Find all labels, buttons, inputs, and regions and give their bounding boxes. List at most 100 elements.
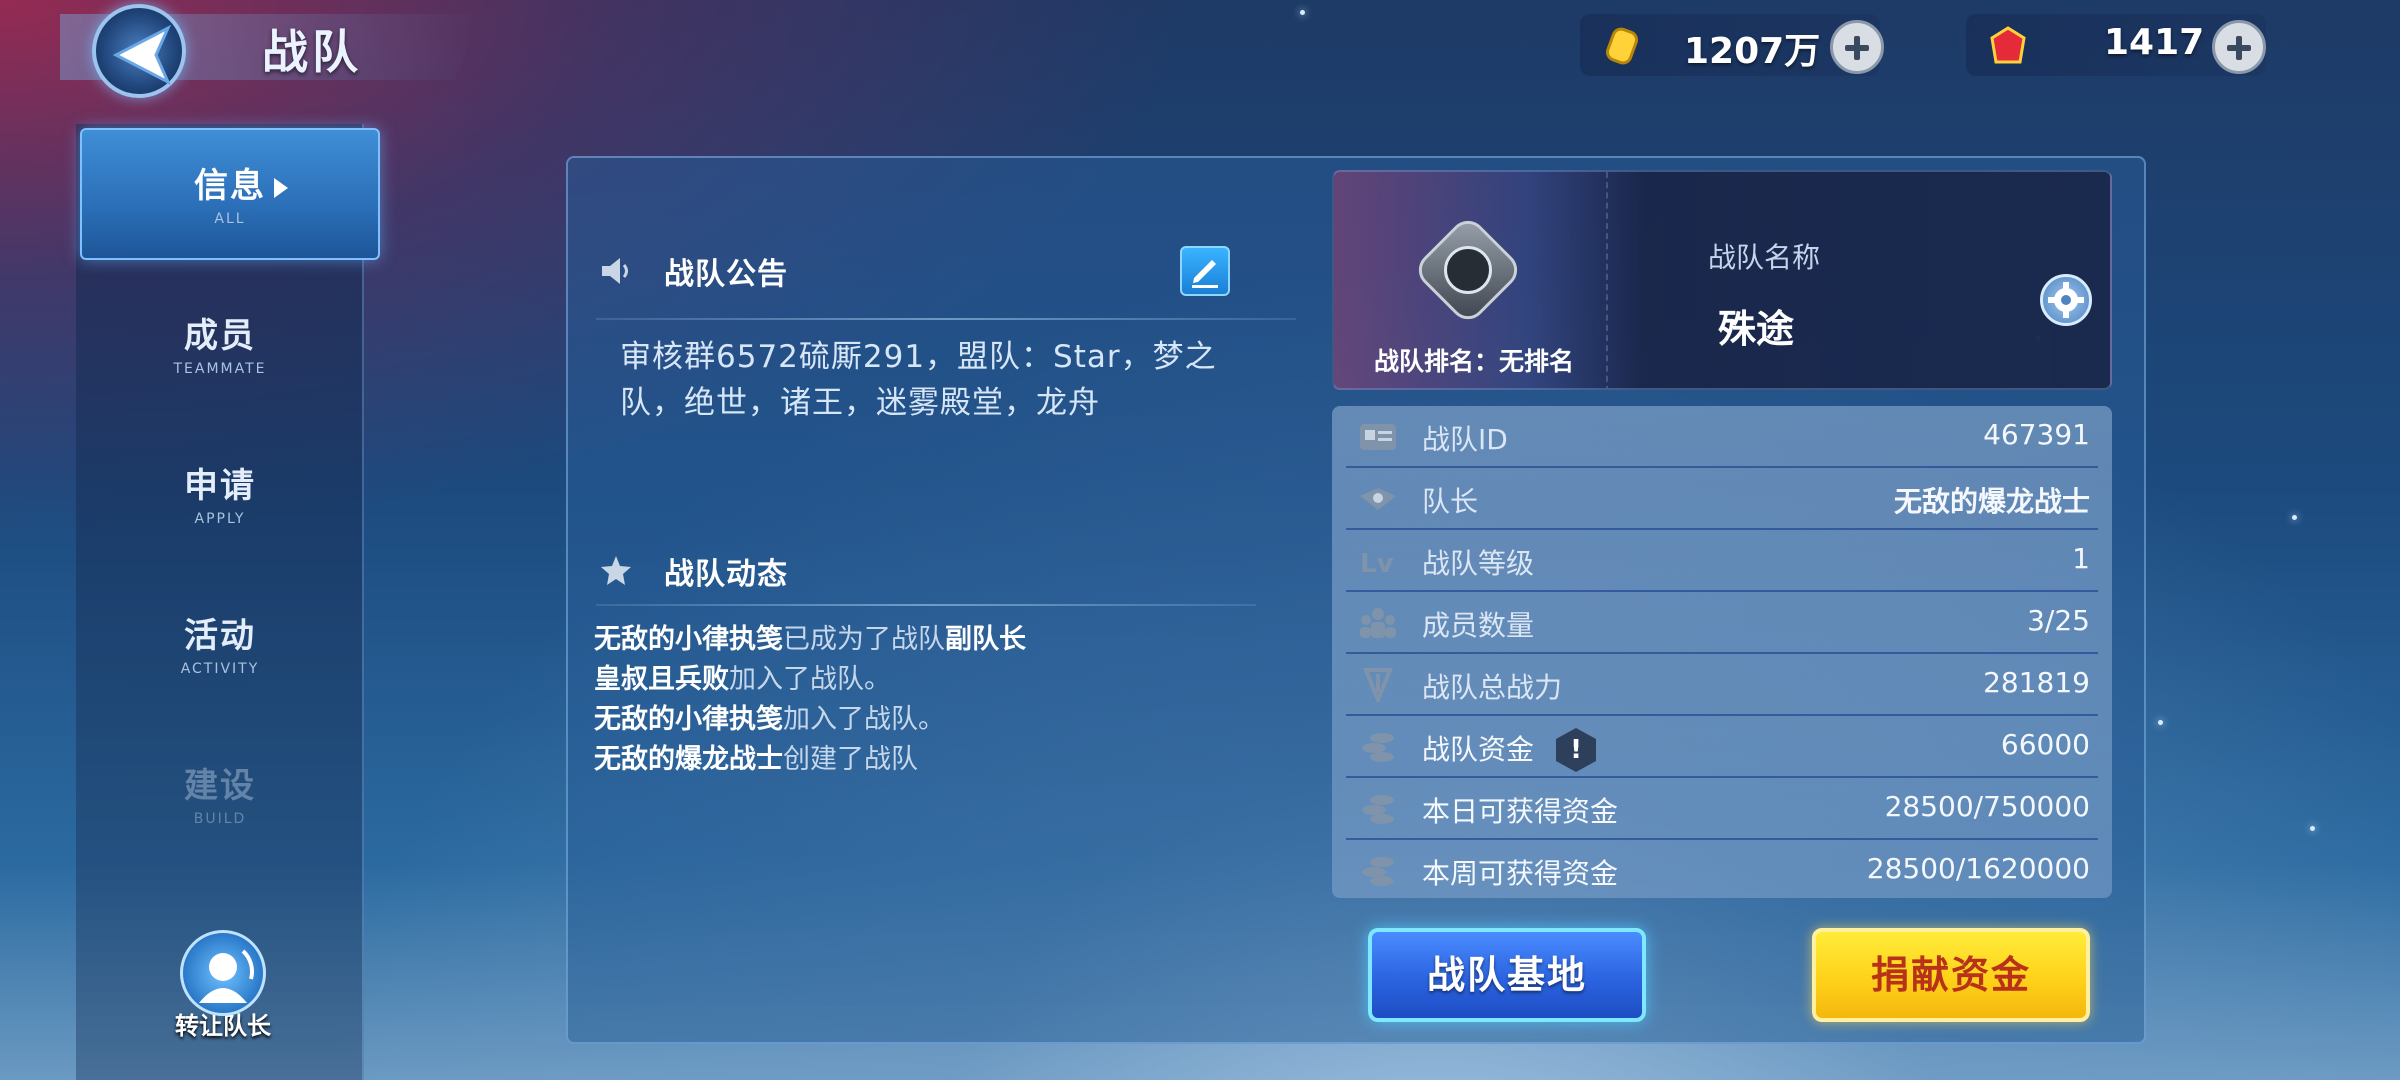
- stat-value: 66000: [2000, 728, 2090, 761]
- announcement-divider: [596, 318, 1296, 320]
- announcement-text: 审核群6572硫厮291，盟队：Star，梦之队，绝世，诸王，迷雾殿堂，龙舟: [620, 339, 1217, 421]
- team-settings-button[interactable]: [2040, 274, 2092, 326]
- gear-icon: [2048, 282, 2084, 318]
- active-arrow-icon: [274, 178, 288, 198]
- stat-row-power: 战队总战力 281819: [1346, 654, 2098, 716]
- team-base-button[interactable]: 战队基地: [1368, 928, 1646, 1022]
- stat-value: 3/25: [2027, 604, 2090, 637]
- gold-amount: 1207万: [1684, 31, 1821, 72]
- team-stats-table: 战队ID 467391 队长 无敌的爆龙战士 Lv 战队等级 1 成员数量 3/…: [1332, 406, 2112, 898]
- feed-role: 副队长: [945, 624, 1026, 655]
- feed-member: 皇叔且兵败: [594, 664, 729, 695]
- feed-title: 战队动态: [664, 557, 788, 592]
- svg-text:Lv: Lv: [1360, 549, 1394, 578]
- feed-header: 战队动态: [598, 546, 788, 596]
- team-name: 殊途: [1718, 307, 1795, 351]
- sidebar-item-sublabel: ACTIVITY: [180, 661, 260, 677]
- sidebar-item-build[interactable]: 建设 BUILD: [76, 730, 364, 860]
- transfer-captain-icon: [180, 930, 266, 1016]
- sidebar-item-sublabel: ALL: [214, 211, 246, 227]
- stat-label: 战队ID: [1422, 423, 1508, 456]
- stat-label: 本周可获得资金: [1422, 857, 1619, 890]
- stat-value: 28500/750000: [1884, 790, 2090, 823]
- feed-action: 创建了战队: [783, 744, 918, 775]
- stat-label: 队长: [1422, 485, 1479, 518]
- funds-info-icon[interactable]: !: [1556, 728, 1596, 772]
- stat-value: 28500/1620000: [1866, 852, 2090, 885]
- stat-row-captain: 队长 无敌的爆龙战士: [1346, 468, 2098, 530]
- gold-currency-bar: 1207万: [1580, 14, 1884, 76]
- members-icon: [1360, 608, 1396, 638]
- team-card: 战队排名：无排名 战队名称 殊途: [1332, 170, 2112, 390]
- team-name-heading: 战队名称: [1708, 241, 1821, 274]
- feed-divider: [596, 604, 1256, 606]
- feed-member: 无敌的爆龙战士: [594, 744, 783, 775]
- stat-value: 281819: [1983, 666, 2090, 699]
- captain-emblem-icon: [1360, 488, 1396, 510]
- stat-row-members: 成员数量 3/25: [1346, 592, 2098, 654]
- background-star: [1300, 10, 1305, 15]
- team-emblem-center: [1444, 246, 1492, 294]
- sidebar-item-teammate[interactable]: 成员 TEAMMATE: [76, 280, 364, 410]
- speaker-icon: [602, 258, 628, 284]
- team-rank: 战队排名：无排名: [1374, 347, 1575, 376]
- sidebar-item-info[interactable]: 信息 ALL: [80, 128, 380, 260]
- stat-label: 本日可获得资金: [1422, 795, 1619, 828]
- pencil-icon: [1192, 260, 1218, 288]
- announcement-title: 战队公告: [664, 257, 788, 292]
- coins-icon: [1362, 795, 1394, 824]
- stat-row-level: Lv 战队等级 1: [1346, 530, 2098, 592]
- transfer-captain-button[interactable]: 转让队长: [168, 930, 278, 1041]
- gem-amount: 1417: [2104, 22, 2205, 63]
- star-icon: [601, 556, 631, 585]
- stat-row-daily-funds: 本日可获得资金 28500/750000: [1346, 778, 2098, 840]
- sidebar-item-sublabel: TEAMMATE: [173, 361, 267, 377]
- stat-label: 战队资金: [1422, 733, 1535, 766]
- feed-item: 无敌的爆龙战士创建了战队: [594, 740, 1026, 780]
- feed-item: 无敌的小律执笺已成为了战队副队长: [594, 620, 1026, 660]
- donate-funds-button[interactable]: 捐献资金: [1812, 928, 2090, 1022]
- sidebar-item-apply[interactable]: 申请 APPLY: [76, 430, 364, 560]
- stat-label: 成员数量: [1422, 609, 1535, 642]
- team-card-separator: [1606, 172, 1608, 388]
- stat-row-funds: 战队资金 ! 66000: [1346, 716, 2098, 778]
- sidebar-item-label: 建设: [184, 766, 256, 806]
- sidebar-item-sublabel: BUILD: [193, 811, 247, 827]
- feed-action: 已成为了战队: [783, 624, 945, 655]
- gold-coin-icon: [1606, 27, 1638, 65]
- add-gold-button[interactable]: [1830, 20, 1884, 74]
- feed-member: 无敌的小律执笺: [594, 624, 783, 655]
- edit-announcement-button[interactable]: [1180, 246, 1230, 296]
- background-star: [2292, 515, 2297, 520]
- sidebar-item-label: 成员: [184, 316, 256, 356]
- stat-value: 467391: [1983, 418, 2090, 451]
- stat-row-weekly-funds: 本周可获得资金 28500/1620000: [1346, 840, 2098, 902]
- sidebar-item-label: 申请: [184, 466, 256, 506]
- back-arrow-icon: [112, 24, 172, 86]
- main-panel: 战队公告 审核群6572硫厮291，盟队：Star，梦之队，绝世，诸王，迷雾殿堂…: [566, 156, 2146, 1044]
- feed-action: 加入了战队。: [729, 664, 891, 695]
- back-button[interactable]: [92, 4, 186, 98]
- stat-label: 战队等级: [1422, 547, 1535, 580]
- announcement-header: 战队公告: [598, 246, 788, 296]
- stat-value: 1: [2072, 542, 2090, 575]
- level-icon: Lv: [1360, 549, 1394, 578]
- red-gem-icon: [1990, 26, 2026, 64]
- gem-currency-bar: 1417: [1966, 14, 2266, 76]
- sidebar-item-label: 活动: [184, 616, 256, 656]
- feed-member: 无敌的小律执笺: [594, 704, 783, 735]
- sidebar-item-sublabel: APPLY: [194, 511, 246, 527]
- id-card-icon: [1360, 424, 1396, 450]
- stat-label: 战队总战力: [1422, 671, 1563, 704]
- stat-row-team-id: 战队ID 467391: [1346, 406, 2098, 468]
- power-icon: [1363, 668, 1393, 702]
- stat-value: 无敌的爆龙战士: [1893, 485, 2090, 518]
- feed-item: 无敌的小律执笺加入了战队。: [594, 700, 1026, 740]
- add-gem-button[interactable]: [2212, 20, 2266, 74]
- page-title: 战队: [262, 25, 362, 79]
- sidebar-item-label: 信息: [194, 166, 266, 206]
- feed-list: 无敌的小律执笺已成为了战队副队长 皇叔且兵败加入了战队。 无敌的小律执笺加入了战…: [594, 620, 1026, 780]
- background-star: [2158, 720, 2163, 725]
- background-star: [2310, 826, 2315, 831]
- sidebar-item-activity[interactable]: 活动 ACTIVITY: [76, 580, 364, 710]
